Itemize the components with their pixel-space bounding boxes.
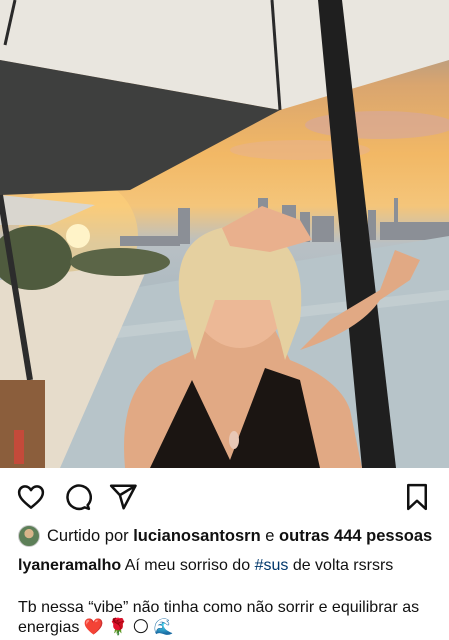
share-button[interactable] [108,482,138,512]
post-actions-bar [0,480,449,514]
post-photo[interactable] [0,0,449,468]
send-icon [109,484,137,510]
caption-hashtag[interactable]: #sus [255,557,289,574]
caption-second-paragraph: Tb nessa “vibe” não tinha como não sorri… [18,599,420,636]
like-button[interactable] [16,482,46,512]
caption-text-before: Aí meu sorriso do [124,557,251,574]
likes-connector: e [265,526,275,545]
post-caption: lyaneramalho Aí meu sorriso do #sus de v… [18,556,438,575]
liker-username[interactable]: lucianosantosrn [133,527,260,546]
bookmark-icon [407,483,427,511]
beach-sunset-scene [0,0,449,468]
save-button[interactable] [402,482,432,512]
likes-summary[interactable]: Curtido por lucianosantosrn e outras 444… [18,524,432,548]
likes-prefix: Curtido por [47,526,129,545]
comment-button[interactable] [62,482,92,512]
liker-avatar[interactable] [18,525,40,547]
caption-text-after: de volta rsrsrs [292,557,394,574]
comment-icon [66,484,92,511]
caption-username[interactable]: lyaneramalho [18,557,121,574]
likes-others-count[interactable]: outras 444 pessoas [279,527,432,546]
heart-icon [17,485,45,509]
